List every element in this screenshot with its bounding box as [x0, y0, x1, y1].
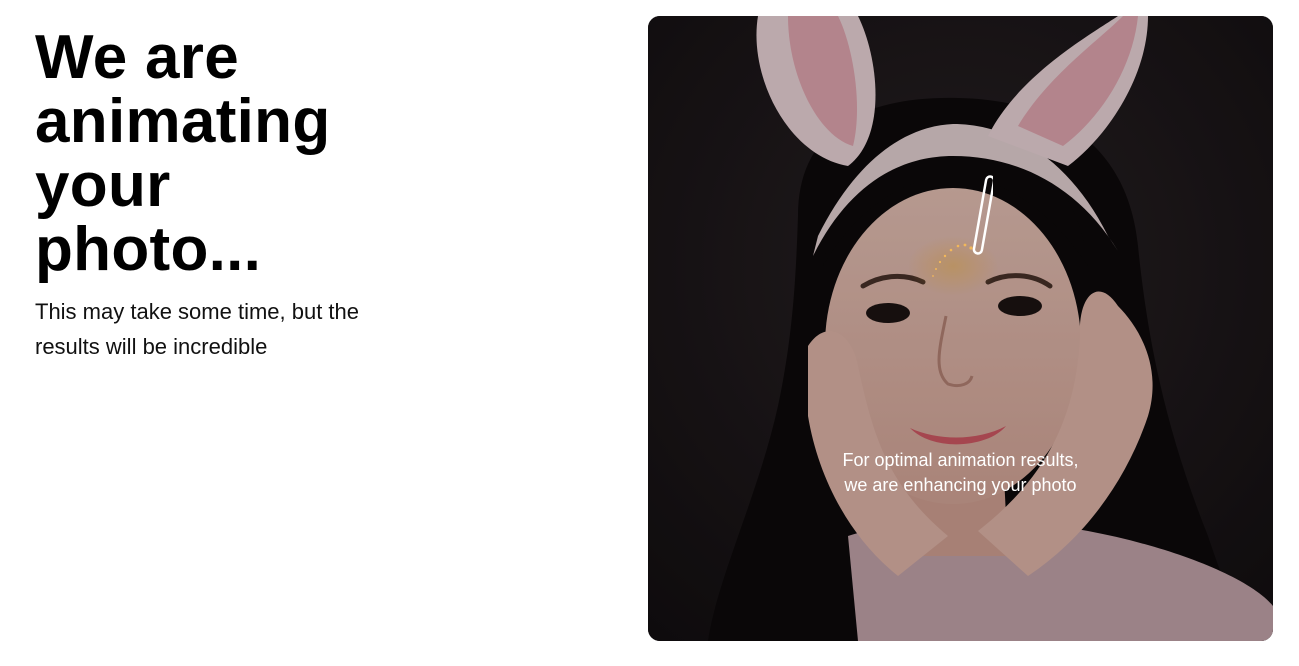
title-line-4: photo... — [35, 215, 262, 284]
page-title: We are animating your photo... — [35, 26, 365, 282]
title-line-3: your — [35, 151, 171, 220]
title-line-2: animating — [35, 87, 331, 156]
photo-preview-card: For optimal animation results, we are en… — [648, 16, 1273, 641]
description-line-1: This may take some time, but the — [35, 299, 360, 324]
processing-overlay — [648, 16, 1273, 641]
caption-line-2: we are enhancing your photo — [844, 475, 1077, 495]
description-line-2: results will be incredible — [35, 334, 268, 359]
processing-status-caption: For optimal animation results, we are en… — [648, 448, 1273, 498]
loading-description: This may take some time, but the results… — [35, 294, 405, 364]
loading-message-panel: We are animating your photo... This may … — [35, 26, 415, 364]
page: We are animating your photo... This may … — [0, 0, 1299, 666]
title-line-1: We are — [35, 23, 239, 92]
caption-line-1: For optimal animation results, — [842, 450, 1079, 470]
magic-wand-icon — [932, 175, 993, 277]
